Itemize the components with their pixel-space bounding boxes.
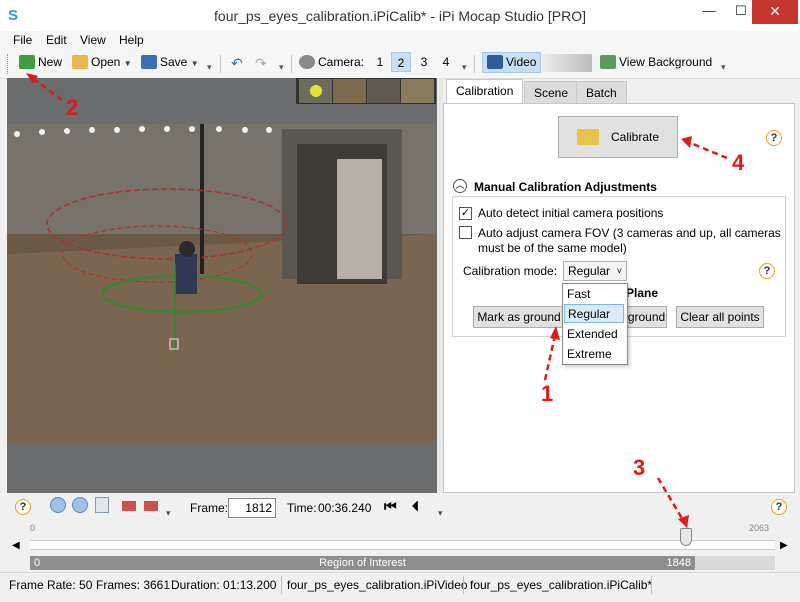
annotation-label-3: 3 (633, 455, 646, 480)
annotation-label-1: 1 (541, 381, 554, 406)
annotation-label-4: 4 (732, 150, 745, 175)
annotation-label-2: 2 (66, 95, 79, 120)
annotation-arrows (26, 73, 728, 528)
